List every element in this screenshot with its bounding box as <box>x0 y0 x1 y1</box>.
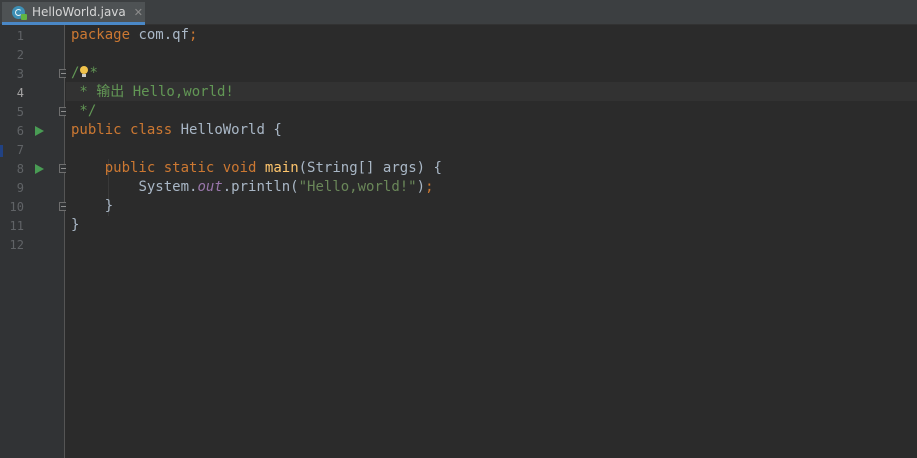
line-number-current: 4 <box>16 86 24 100</box>
package-name: com.qf <box>130 27 190 43</box>
run-class-icon[interactable] <box>35 126 44 136</box>
line-number: 6 <box>16 124 24 138</box>
method-close-brace: } <box>104 198 114 214</box>
comment-star: * <box>89 65 98 81</box>
line-number: 10 <box>9 200 24 214</box>
keyword-class: class <box>130 122 173 138</box>
comment-open: / <box>71 65 80 81</box>
string-literal: "Hello,world!" <box>298 179 417 195</box>
code-editor[interactable]: package com.qf; / * * 输出 Hello,world! */ … <box>66 25 917 458</box>
close-icon[interactable]: ✕ <box>134 7 143 18</box>
line-number: 7 <box>16 143 24 157</box>
intention-bulb-icon[interactable] <box>79 66 89 78</box>
method-params: (String[] args) { <box>298 160 442 176</box>
ide-window: HelloWorld.java ✕ 1 2 3 4 5 6 7 8 9 10 1… <box>0 0 917 458</box>
code-line-11[interactable]: } <box>71 216 79 235</box>
keyword-public: public <box>104 160 156 176</box>
code-line-4[interactable]: * 输出 Hello,world! <box>71 83 233 102</box>
system-class: System. <box>138 179 198 195</box>
semicolon: ; <box>425 179 434 195</box>
line-number: 2 <box>16 48 24 62</box>
keyword-public: public <box>71 122 122 138</box>
editor-tab-bar: HelloWorld.java ✕ <box>0 0 917 25</box>
semicolon: ; <box>189 27 198 43</box>
run-main-icon[interactable] <box>35 164 44 174</box>
code-line-9[interactable]: System.out.println("Hello,world!"); <box>71 178 434 197</box>
tab-helloworld-java[interactable]: HelloWorld.java ✕ <box>2 2 145 25</box>
code-line-6[interactable]: public class HelloWorld { <box>71 121 282 140</box>
code-line-3[interactable]: / * <box>71 64 98 83</box>
java-class-icon <box>12 5 27 20</box>
line-number: 1 <box>16 29 24 43</box>
keyword: package <box>71 27 131 43</box>
static-field: out <box>197 179 223 195</box>
close-paren: ) <box>416 179 426 195</box>
class-declaration: HelloWorld { <box>172 122 282 138</box>
code-line-5[interactable]: */ <box>71 102 96 121</box>
line-number: 5 <box>16 105 24 119</box>
println-call: .println( <box>222 179 299 195</box>
code-line-8[interactable]: public static void main(String[] args) { <box>71 159 442 178</box>
line-number: 11 <box>9 219 24 233</box>
line-number: 3 <box>16 67 24 81</box>
method-name: main <box>264 160 299 176</box>
keyword-static: static <box>163 160 215 176</box>
editor-gutter[interactable]: 1 2 3 4 5 6 7 8 9 10 11 12 <box>0 25 68 458</box>
line-number: 8 <box>16 162 24 176</box>
line-number: 12 <box>9 238 24 252</box>
line-number: 9 <box>16 181 24 195</box>
tab-label: HelloWorld.java <box>32 5 126 19</box>
keyword-void: void <box>222 160 257 176</box>
code-line-1[interactable]: package com.qf; <box>71 26 197 45</box>
code-line-10[interactable]: } <box>71 197 113 216</box>
